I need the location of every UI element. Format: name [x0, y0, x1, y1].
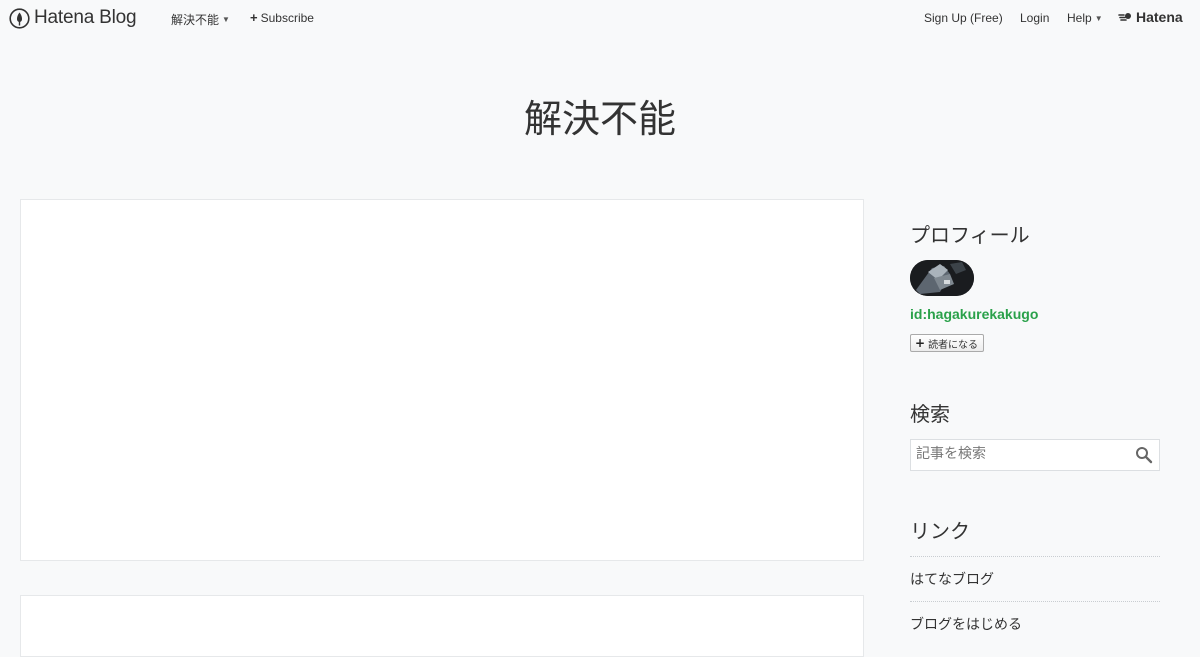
profile-user-id[interactable]: id:hagakurekakugo — [910, 306, 1038, 322]
help-dropdown[interactable]: Help ▼ — [1067, 11, 1103, 25]
blog-menu-dropdown[interactable]: 解決不能 ▼ — [171, 11, 230, 28]
links-module-title: リンク — [910, 519, 970, 543]
signup-label: Sign Up (Free) — [924, 11, 1003, 25]
signup-link[interactable]: Sign Up (Free) — [924, 11, 1003, 25]
subscribe-reader-label: 読者になる — [928, 339, 979, 351]
entry-card — [20, 595, 864, 657]
plus-icon: + — [250, 10, 258, 25]
links-list: はてなブログ ブログをはじめる — [910, 556, 1160, 646]
profile-module-title: プロフィール — [910, 223, 1030, 247]
blog-title[interactable]: 解決不能 — [0, 88, 1200, 143]
search-form — [910, 439, 1160, 471]
search-module-title: 検索 — [910, 402, 950, 426]
caret-down-icon: ▼ — [1094, 13, 1103, 23]
global-header: Hatena Blog 解決不能 ▼ + Subscribe Sign Up (… — [0, 0, 1200, 36]
hatena-wordmark: Hatena — [1136, 9, 1183, 25]
search-input[interactable] — [911, 440, 1126, 468]
hatena-blog-logo[interactable]: Hatena Blog — [9, 6, 137, 30]
profile-avatar[interactable] — [910, 260, 974, 296]
subscribe-label: Subscribe — [260, 11, 314, 25]
link-label: ブログをはじめる — [910, 617, 1022, 633]
hatena-logo[interactable]: Hatena — [1118, 9, 1183, 25]
link-label: はてなブログ — [910, 572, 994, 588]
caret-down-icon: ▼ — [222, 15, 230, 24]
blog-menu-label: 解決不能 — [171, 13, 220, 27]
avatar-image — [910, 260, 974, 296]
search-icon[interactable] — [1135, 446, 1153, 464]
subscribe-link[interactable]: + Subscribe — [250, 11, 314, 25]
help-label: Help — [1067, 11, 1092, 25]
brand-text: Hatena Blog — [34, 7, 137, 28]
hatena-blog-pen-icon — [9, 7, 30, 29]
subscribe-reader-button[interactable]: + 読者になる — [910, 334, 985, 352]
entry-card — [20, 199, 864, 561]
sidebar: プロフィール id:hagakurekakugo + 読者になる 検索 リンク … — [893, 199, 1177, 639]
hatena-bird-icon — [1118, 13, 1131, 21]
link-item[interactable]: ブログをはじめる — [910, 601, 1160, 646]
login-link[interactable]: Login — [1020, 11, 1049, 25]
plus-icon: + — [915, 336, 926, 350]
login-label: Login — [1020, 11, 1050, 25]
link-item[interactable]: はてなブログ — [910, 556, 1160, 601]
